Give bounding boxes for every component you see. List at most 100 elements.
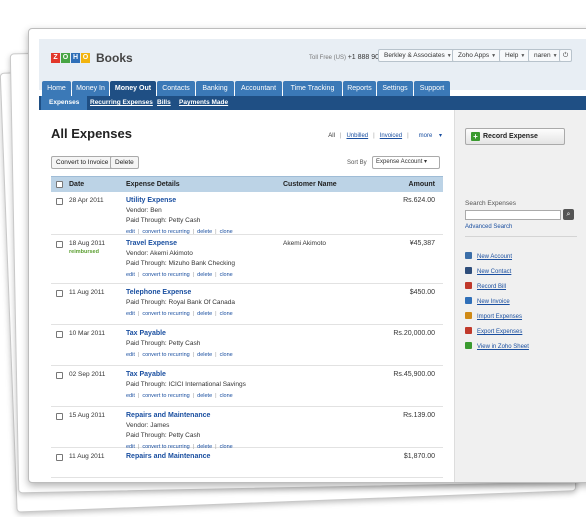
column-amount[interactable]: Amount — [409, 181, 435, 188]
clone-link[interactable]: clone — [220, 311, 233, 317]
expense-paid-through: Paid Through: Mizuho Bank Checking — [126, 260, 235, 267]
column-customer-name[interactable]: Customer Name — [283, 181, 337, 188]
tab-accountant[interactable]: Accountant — [235, 81, 282, 97]
convert-to-recurring-link[interactable]: convert to recurring — [142, 393, 189, 399]
tab-home[interactable]: Home — [42, 81, 71, 97]
clone-link[interactable]: clone — [220, 352, 233, 358]
expense-amount: $450.00 — [409, 289, 435, 296]
row-checkbox[interactable] — [56, 198, 63, 205]
page-title: All Expenses — [51, 126, 132, 141]
quick-link[interactable]: New Account — [465, 252, 512, 260]
chevron-down-icon: ▾ — [424, 159, 428, 165]
expense-amount: Rs.139.00 — [403, 412, 435, 419]
quick-link[interactable]: New Invoice — [465, 297, 510, 305]
quick-link[interactable]: Record Bill — [465, 282, 506, 290]
quick-link[interactable]: New Contact — [465, 267, 511, 275]
edit-link[interactable]: edit — [126, 272, 135, 278]
contact-icon — [465, 267, 472, 274]
sort-by-select[interactable]: Expense Account ▾ — [372, 156, 440, 169]
edit-link[interactable]: edit — [126, 393, 135, 399]
subnav-recurring-expenses[interactable]: Recurring Expenses — [90, 99, 153, 106]
quick-link[interactable]: Export Expenses — [465, 327, 522, 335]
row-actions: edit | convert to recurring | delete | clone — [126, 311, 233, 317]
table-row[interactable]: 18 Aug 2011 reimbursed Travel Expense Vendo… — [51, 235, 443, 284]
sort-by-value: Expense Account — [376, 159, 423, 165]
convert-to-recurring-link[interactable]: convert to recurring — [142, 311, 189, 317]
quick-link[interactable]: View in Zoho Sheet — [465, 342, 529, 350]
expense-date: 02 Sep 2011 — [69, 371, 106, 378]
edit-link[interactable]: edit — [126, 352, 135, 358]
subnav-expenses[interactable]: Expenses — [41, 96, 88, 110]
expense-title-link[interactable]: Tax Payable — [126, 371, 166, 378]
convert-to-recurring-link[interactable]: convert to recurring — [142, 272, 189, 278]
convert-to-invoice-button[interactable]: Convert to Invoice — [51, 156, 114, 169]
filter-unbilled[interactable]: Unbilled — [346, 133, 368, 139]
divider: | — [215, 311, 217, 317]
help-dropdown[interactable]: Help ▼ — [499, 49, 532, 62]
tab-reports[interactable]: Reports — [343, 81, 376, 97]
subnav-bills[interactable]: Bills — [157, 99, 171, 106]
delete-link[interactable]: delete — [197, 272, 212, 278]
delete-button[interactable]: Delete — [110, 156, 139, 169]
subnav-payments-made[interactable]: Payments Made — [179, 99, 228, 106]
row-checkbox[interactable] — [56, 290, 63, 297]
expense-title-link[interactable]: Telephone Expense — [126, 289, 191, 296]
organization-dropdown[interactable]: Berkley & Associates ▼ — [378, 49, 458, 62]
table-row[interactable]: 15 Aug 2011 Repairs and Maintenance Vendor… — [51, 407, 443, 450]
sidebar: + Record Expense Search Expenses ⌕ Advan… — [454, 110, 586, 482]
table-row[interactable]: 28 Apr 2011 Utility Expense Vendor: Ben Pai… — [51, 192, 443, 235]
bill-icon — [465, 282, 472, 289]
logo-letter: Z — [51, 53, 60, 63]
select-all-checkbox[interactable] — [56, 181, 63, 188]
filter-all[interactable]: All — [328, 133, 335, 139]
convert-to-recurring-link[interactable]: convert to recurring — [142, 352, 189, 358]
tab-time-tracking[interactable]: Time Tracking — [283, 81, 342, 97]
chevron-down-icon: ▼ — [520, 53, 526, 59]
expense-amount: Rs.20,000.00 — [393, 330, 435, 337]
row-checkbox[interactable] — [56, 454, 63, 461]
row-checkbox[interactable] — [56, 241, 63, 248]
tab-banking[interactable]: Banking — [196, 81, 234, 97]
tab-money-out[interactable]: Money Out — [110, 81, 156, 97]
expense-title-link[interactable]: Utility Expense — [126, 197, 176, 204]
sign-out-button[interactable]: ⏻ — [559, 49, 573, 62]
expense-title-link[interactable]: Repairs and Maintenance — [126, 453, 210, 460]
expense-title-link[interactable]: Repairs and Maintenance — [126, 412, 210, 419]
zoho-books-logo[interactable]: Z O H O Books — [51, 51, 133, 65]
delete-link[interactable]: delete — [197, 393, 212, 399]
clone-link[interactable]: clone — [220, 393, 233, 399]
filter-invoiced[interactable]: Invoiced — [380, 133, 402, 139]
record-expense-button[interactable]: + Record Expense — [465, 128, 565, 145]
toll-free-label: Toll Free (US) — [309, 55, 347, 61]
tab-contacts[interactable]: Contacts — [157, 81, 195, 97]
column-expense-details[interactable]: Expense Details — [126, 181, 180, 188]
divider: | — [192, 272, 195, 278]
advanced-search-link[interactable]: Advanced Search — [465, 224, 512, 230]
zoho-apps-dropdown[interactable]: Zoho Apps ▼ — [452, 49, 503, 62]
divider: | — [137, 352, 140, 358]
zoho-apps-label: Zoho Apps — [458, 52, 490, 59]
expense-title-link[interactable]: Tax Payable — [126, 330, 166, 337]
clone-link[interactable]: clone — [220, 272, 233, 278]
delete-link[interactable]: delete — [197, 311, 212, 317]
quick-link[interactable]: Import Expenses — [465, 312, 522, 320]
table-row[interactable]: 11 Aug 2011 Telephone Expense Paid Through… — [51, 284, 443, 325]
tab-support[interactable]: Support — [414, 81, 450, 97]
filter-more[interactable]: more ▾ — [414, 133, 442, 139]
divider: | — [137, 272, 140, 278]
table-row[interactable]: 10 Mar 2011 Tax Payable Paid Through: Pett… — [51, 325, 443, 366]
table-row[interactable]: 02 Sep 2011 Tax Payable Paid Through: ICIC… — [51, 366, 443, 407]
tab-money-in[interactable]: Money In — [72, 81, 109, 97]
search-expenses-input[interactable] — [465, 210, 561, 220]
expense-date: 11 Aug 2011 — [69, 289, 105, 296]
search-icon[interactable]: ⌕ — [563, 209, 574, 220]
row-checkbox[interactable] — [56, 372, 63, 379]
edit-link[interactable]: edit — [126, 311, 135, 317]
expense-title-link[interactable]: Travel Expense — [126, 240, 177, 247]
table-row[interactable]: 11 Aug 2011 Repairs and Maintenance $1,870… — [51, 448, 443, 478]
row-checkbox[interactable] — [56, 413, 63, 420]
column-date[interactable]: Date — [69, 181, 84, 188]
row-checkbox[interactable] — [56, 331, 63, 338]
tab-settings[interactable]: Settings — [377, 81, 413, 97]
delete-link[interactable]: delete — [197, 352, 212, 358]
